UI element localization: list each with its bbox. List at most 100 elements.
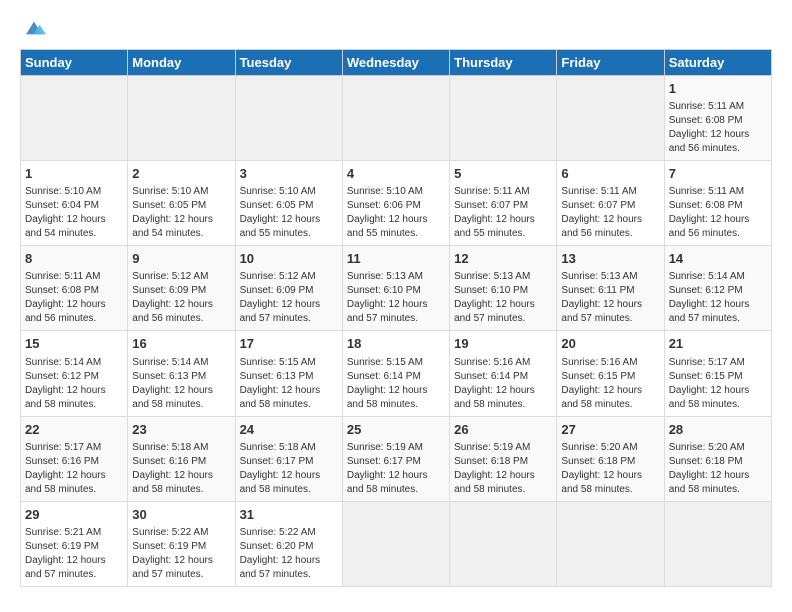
calendar-header: SundayMondayTuesdayWednesdayThursdayFrid… <box>21 49 772 75</box>
daylight-line: Daylight: 12 hours <box>240 299 321 310</box>
daylight-line: Daylight: 12 hours <box>561 470 642 481</box>
daylight-line: Daylight: 12 hours <box>454 470 535 481</box>
calendar-cell: 6Sunrise: 5:11 AMSunset: 6:07 PMDaylight… <box>557 160 664 245</box>
calendar-cell <box>557 501 664 586</box>
week-row-4: 15Sunrise: 5:14 AMSunset: 6:12 PMDayligh… <box>21 331 772 416</box>
sunrise-line: Sunrise: 5:11 AM <box>454 186 529 197</box>
day-number: 2 <box>132 165 230 183</box>
sunrise-line: Sunrise: 5:16 AM <box>454 357 530 368</box>
sunrise-line: Sunrise: 5:20 AM <box>669 442 745 453</box>
calendar-cell: 20 Sunrise: 5:16 AM Sunset: 6:15 PM Dayligh… <box>557 331 664 416</box>
day-number: 26 <box>454 421 552 439</box>
daylight-line: Daylight: 12 hours <box>669 129 750 140</box>
day-number: 4 <box>347 165 445 183</box>
day-number: 13 <box>561 250 659 268</box>
daylight-line: Daylight: 12 hours <box>561 385 642 396</box>
sunrise-line: Sunrise: 5:13 AM <box>454 271 530 282</box>
daylight-minutes: and 57 minutes. <box>561 313 632 324</box>
daylight-line: Daylight: 12 hours <box>132 555 213 566</box>
daylight-minutes: and 55 minutes. <box>454 228 525 239</box>
calendar-cell: 28Sunrise: 5:20 AMSunset: 6:18 PMDayligh… <box>664 416 771 501</box>
calendar-cell: 5Sunrise: 5:11 AMSunset: 6:07 PMDaylight… <box>450 160 557 245</box>
sunrise-line: Sunrise: 5:11 AM <box>25 271 100 282</box>
daylight-minutes: and 55 minutes. <box>347 228 418 239</box>
sunset-line: Sunset: 6:19 PM <box>132 541 206 552</box>
sunset-line: Sunset: 6:20 PM <box>240 541 314 552</box>
calendar-cell <box>664 501 771 586</box>
daylight-minutes: and 57 minutes. <box>347 313 418 324</box>
sunrise-line: Sunrise: 5:17 AM <box>669 357 745 368</box>
daylight-minutes: and 58 minutes. <box>454 484 525 495</box>
header-row: SundayMondayTuesdayWednesdayThursdayFrid… <box>21 49 772 75</box>
sunrise-line: Sunrise: 5:15 AM <box>240 357 316 368</box>
sunset-line: Sunset: 6:12 PM <box>25 371 99 382</box>
calendar-cell: 16Sunrise: 5:14 AMSunset: 6:13 PMDayligh… <box>128 331 235 416</box>
logo <box>20 16 46 41</box>
sunset-line: Sunset: 6:09 PM <box>132 285 206 296</box>
day-header-saturday: Saturday <box>664 49 771 75</box>
daylight-minutes: and 58 minutes. <box>561 484 632 495</box>
sunset-line: Sunset: 6:14 PM <box>347 371 421 382</box>
sunset-line: Sunset: 6:17 PM <box>240 456 314 467</box>
sunrise-line: Sunrise: 5:13 AM <box>347 271 423 282</box>
sunrise-line: Sunrise: 5:20 AM <box>561 442 637 453</box>
sunset-line: Sunset: 6:17 PM <box>347 456 421 467</box>
calendar-cell: 10Sunrise: 5:12 AMSunset: 6:09 PMDayligh… <box>235 246 342 331</box>
sunrise-line: Sunrise: 5:10 AM <box>25 186 101 197</box>
logo-text <box>20 16 46 45</box>
sunrise-line: Sunrise: 5:14 AM <box>669 271 745 282</box>
daylight-minutes: and 58 minutes. <box>561 399 632 410</box>
daylight-line: Daylight: 12 hours <box>454 385 535 396</box>
calendar-cell: 15Sunrise: 5:14 AMSunset: 6:12 PMDayligh… <box>21 331 128 416</box>
calendar-cell <box>450 501 557 586</box>
sunset-line: Sunset: 6:09 PM <box>240 285 314 296</box>
calendar-cell <box>128 75 235 160</box>
daylight-line: Daylight: 12 hours <box>347 385 428 396</box>
sunrise-line: Sunrise: 5:19 AM <box>454 442 530 453</box>
day-number: 1 <box>25 165 123 183</box>
calendar-cell: 11Sunrise: 5:13 AMSunset: 6:10 PMDayligh… <box>342 246 449 331</box>
calendar-cell: 12Sunrise: 5:13 AMSunset: 6:10 PMDayligh… <box>450 246 557 331</box>
day-number: 20 <box>561 335 659 353</box>
daylight-minutes: and 55 minutes. <box>240 228 311 239</box>
sunrise-line: Sunrise: 5:10 AM <box>132 186 208 197</box>
daylight-minutes: and 58 minutes. <box>669 399 740 410</box>
sunrise-line: Sunrise: 5:10 AM <box>347 186 423 197</box>
sunset-line: Sunset: 6:15 PM <box>669 371 743 382</box>
sunset-line: Sunset: 6:11 PM <box>561 285 634 296</box>
daylight-line: Daylight: 12 hours <box>25 470 106 481</box>
sunrise-line: Sunrise: 5:16 AM <box>561 357 637 368</box>
calendar-cell <box>21 75 128 160</box>
daylight-line: Daylight: 12 hours <box>669 299 750 310</box>
daylight-minutes: and 56 minutes. <box>669 143 740 154</box>
sunset-line: Sunset: 6:13 PM <box>240 371 314 382</box>
day-number: 23 <box>132 421 230 439</box>
daylight-line: Daylight: 12 hours <box>454 299 535 310</box>
sunset-line: Sunset: 6:15 PM <box>561 371 635 382</box>
sunset-line: Sunset: 6:07 PM <box>454 200 528 211</box>
day-number: 15 <box>25 335 123 353</box>
daylight-line: Daylight: 12 hours <box>132 299 213 310</box>
calendar-table: SundayMondayTuesdayWednesdayThursdayFrid… <box>20 49 772 587</box>
day-number: 1 <box>669 80 767 98</box>
page: SundayMondayTuesdayWednesdayThursdayFrid… <box>0 0 792 612</box>
calendar-body: 1 Sunrise: 5:11 AM Sunset: 6:08 PM Daylight… <box>21 75 772 586</box>
day-number: 11 <box>347 250 445 268</box>
day-number: 31 <box>240 506 338 524</box>
daylight-minutes: and 57 minutes. <box>132 569 203 580</box>
daylight-minutes: and 56 minutes. <box>561 228 632 239</box>
calendar-cell <box>450 75 557 160</box>
daylight-minutes: and 56 minutes. <box>669 228 740 239</box>
sunrise-line: Sunrise: 5:12 AM <box>240 271 316 282</box>
daylight-line: Daylight: 12 hours <box>454 214 535 225</box>
calendar-cell <box>557 75 664 160</box>
calendar-cell: 29Sunrise: 5:21 AMSunset: 6:19 PMDayligh… <box>21 501 128 586</box>
calendar-cell: 30Sunrise: 5:22 AMSunset: 6:19 PMDayligh… <box>128 501 235 586</box>
daylight-line: Daylight: 12 hours <box>669 470 750 481</box>
day-number: 9 <box>132 250 230 268</box>
sunset-line: Sunset: 6:08 PM <box>25 285 99 296</box>
daylight-minutes: and 58 minutes. <box>347 484 418 495</box>
day-header-wednesday: Wednesday <box>342 49 449 75</box>
sunrise-line: Sunrise: 5:18 AM <box>240 442 316 453</box>
daylight-minutes: and 58 minutes. <box>454 399 525 410</box>
